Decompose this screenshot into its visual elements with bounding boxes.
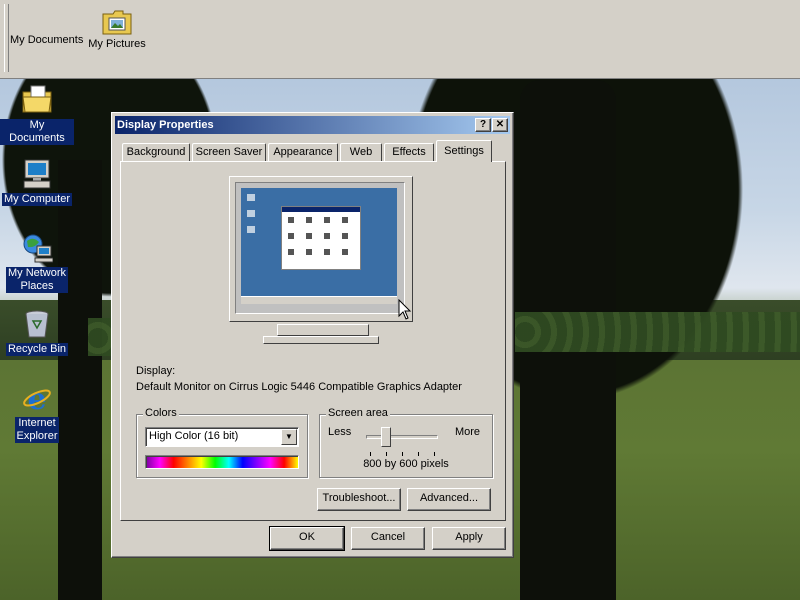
color-spectrum-bar bbox=[145, 455, 299, 469]
screen-area-slider-thumb[interactable] bbox=[381, 427, 392, 447]
tab-label: Background bbox=[126, 146, 186, 158]
monitor-stand bbox=[277, 324, 369, 336]
slider-tick bbox=[386, 452, 387, 456]
desktop-icon-recycle-bin[interactable]: Recycle Bin bbox=[0, 308, 74, 356]
help-button[interactable]: ? bbox=[475, 118, 491, 132]
network-places-icon bbox=[23, 234, 53, 263]
preview-window-icon bbox=[342, 217, 348, 223]
colors-groupbox: Colors High Color (16 bit) ▼ bbox=[136, 407, 308, 478]
quicklaunch-my-pictures[interactable]: My Pictures bbox=[88, 8, 146, 50]
preview-window-icon bbox=[342, 249, 348, 255]
tree-trunk-left bbox=[58, 160, 102, 600]
computer-icon bbox=[23, 159, 51, 189]
preview-window-icon bbox=[288, 249, 294, 255]
slider-tick bbox=[418, 452, 419, 456]
tab-label: Effects bbox=[392, 146, 426, 158]
screen-area-slider-track[interactable] bbox=[366, 435, 438, 439]
dialog-title-bar[interactable]: Display Properties ? ✕ bbox=[115, 116, 510, 134]
tab-settings[interactable]: Settings bbox=[436, 140, 492, 162]
slider-less-label: Less bbox=[328, 426, 352, 438]
internet-explorer-icon: e bbox=[23, 382, 51, 414]
ok-button[interactable]: OK bbox=[269, 526, 345, 551]
close-icon: ✕ bbox=[495, 119, 505, 130]
preview-window-icon bbox=[306, 233, 312, 239]
screen-area-legend: Screen area bbox=[326, 407, 390, 419]
tab-label: Appearance bbox=[273, 146, 333, 158]
desktop-icon-label: My Computer bbox=[1, 193, 73, 206]
preview-taskbar bbox=[241, 296, 397, 304]
display-label: Display: bbox=[136, 365, 176, 377]
troubleshoot-button[interactable]: Troubleshoot... bbox=[317, 488, 401, 511]
screen-resolution-text: 800 by 600 pixels bbox=[363, 458, 449, 470]
quicklaunch-label: My Documents bbox=[10, 34, 84, 46]
color-depth-select[interactable]: High Color (16 bit) ▼ bbox=[145, 427, 299, 447]
help-icon: ? bbox=[479, 119, 487, 130]
preview-desktop-icon bbox=[247, 226, 255, 233]
folder-pictures-icon bbox=[102, 10, 132, 35]
tab-appearance[interactable]: Appearance bbox=[268, 143, 338, 161]
preview-window-icon bbox=[306, 249, 312, 255]
screen-area-groupbox: Screen area Less More 800 by 600 pixels bbox=[319, 407, 493, 478]
folder-documents-icon bbox=[22, 85, 52, 113]
close-button[interactable]: ✕ bbox=[492, 118, 508, 132]
recycle-bin-icon bbox=[25, 310, 49, 338]
svg-text:e: e bbox=[27, 382, 46, 414]
display-adapter-text: Default Monitor on Cirrus Logic 5446 Com… bbox=[136, 381, 462, 393]
desktop-icon-internet-explorer[interactable]: e Internet Explorer bbox=[0, 382, 74, 443]
label-line: Explorer bbox=[16, 430, 58, 442]
tab-effects[interactable]: Effects bbox=[384, 143, 434, 161]
label-line: Places bbox=[20, 280, 54, 292]
dialog-title: Display Properties bbox=[117, 119, 214, 131]
monitor-base bbox=[263, 336, 379, 344]
monitor-preview bbox=[229, 176, 413, 344]
slider-more-label: More bbox=[454, 426, 480, 438]
mouse-pointer-icon bbox=[398, 299, 412, 320]
quick-launch-toolbar: My Documents My Pictures bbox=[0, 0, 800, 79]
desktop-icon-label: My Documents bbox=[0, 119, 74, 145]
preview-window-titlebar bbox=[282, 207, 360, 212]
preview-window-icon bbox=[342, 233, 348, 239]
colors-legend: Colors bbox=[143, 407, 179, 419]
tab-screen-saver[interactable]: Screen Saver bbox=[192, 143, 266, 161]
quicklaunch-my-documents[interactable]: My Documents bbox=[10, 34, 83, 46]
preview-screen bbox=[241, 188, 397, 304]
slider-tick bbox=[434, 452, 435, 456]
apply-button[interactable]: Apply bbox=[432, 527, 506, 550]
treeline bbox=[515, 312, 800, 352]
preview-desktop-icon bbox=[247, 210, 255, 217]
tab-label: Web bbox=[349, 146, 373, 158]
advanced-button[interactable]: Advanced... bbox=[407, 488, 491, 511]
desktop-icon-label: Internet Explorer bbox=[14, 417, 60, 443]
toolbar-grip[interactable] bbox=[4, 4, 9, 72]
desktop-icon-my-computer[interactable]: My Computer bbox=[0, 158, 74, 206]
settings-panel: Display: Default Monitor on Cirrus Logic… bbox=[120, 161, 506, 521]
label-line: My Network bbox=[7, 267, 67, 279]
desktop-icon-label: My Network Places bbox=[5, 267, 69, 293]
slider-tick bbox=[402, 452, 403, 456]
quicklaunch-label: My Pictures bbox=[88, 38, 146, 50]
tab-background[interactable]: Background bbox=[122, 143, 190, 161]
preview-window bbox=[281, 206, 361, 270]
desktop-icon-my-documents[interactable]: My Documents bbox=[0, 84, 74, 145]
desktop-icon-network-places[interactable]: My Network Places bbox=[0, 232, 74, 293]
preview-window-icon bbox=[324, 233, 330, 239]
preview-window-icon bbox=[324, 249, 330, 255]
preview-desktop-icon bbox=[247, 194, 255, 201]
color-depth-value: High Color (16 bit) bbox=[149, 430, 239, 442]
desktop-icon-label: Recycle Bin bbox=[5, 343, 69, 356]
preview-window-icon bbox=[288, 233, 294, 239]
chevron-down-icon[interactable]: ▼ bbox=[281, 429, 297, 445]
preview-window-icon bbox=[306, 217, 312, 223]
label-line: Internet bbox=[18, 417, 56, 429]
tab-label: Screen Saver bbox=[195, 146, 263, 158]
display-properties-dialog: Display Properties ? ✕ Background Screen… bbox=[111, 112, 514, 558]
preview-window-icon bbox=[324, 217, 330, 223]
preview-window-icon bbox=[288, 217, 294, 223]
slider-tick bbox=[370, 452, 371, 456]
tab-label: Settings bbox=[444, 145, 484, 157]
tab-web[interactable]: Web bbox=[340, 143, 382, 161]
cancel-button[interactable]: Cancel bbox=[351, 527, 425, 550]
